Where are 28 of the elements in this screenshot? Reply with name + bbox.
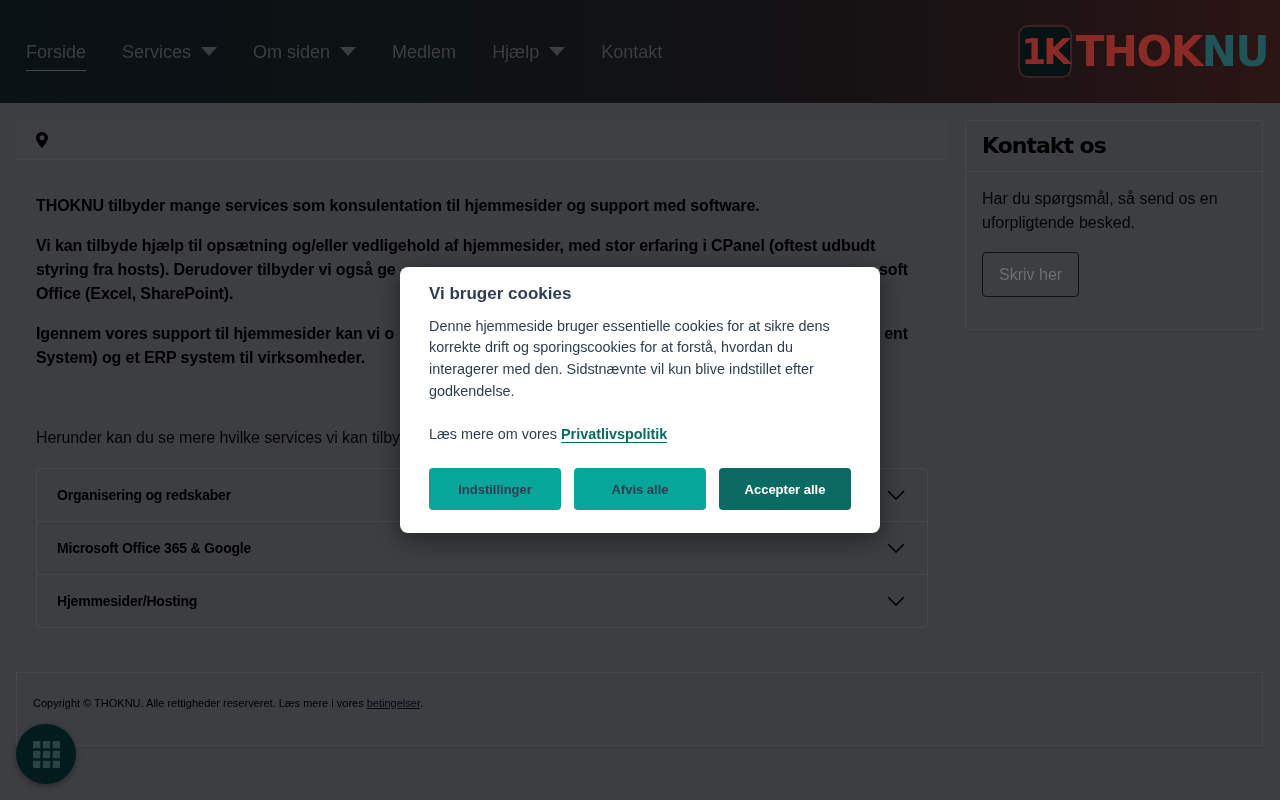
map-pin-icon <box>36 131 48 148</box>
dialog-text: Denne hjemmeside bruger essentielle cookies for at sikre dens korrekte drift og sporingscookies for at forstå, hvordan du interagerer med den. Sidstnævnte vil kun blive indstillet efter godkendelse. <box>429 316 831 401</box>
privacy-note: Læs mere om vores Privatlivspolitik <box>429 424 669 445</box>
dialog-title: Vi bruger cookies <box>429 283 573 304</box>
paragraph-text: Vi kan tilbyde hjælp til opsætning og/eller vedligehold af hjemmesider, med stor erfaring i CPanel (oftest udbudt <box>36 236 876 256</box>
paragraph-text: ent <box>884 324 908 344</box>
paragraph-text: Igennem vores support til hjemmesider kan vi o <box>36 324 395 344</box>
dialog-button[interactable]: Indstillinger <box>429 468 561 511</box>
dialog-button[interactable]: Accepter alle <box>719 468 851 511</box>
grid-icon <box>32 740 60 768</box>
paragraph-text: Office (Excel, SharePoint). <box>36 284 234 304</box>
privacy-link[interactable]: Privatlivspolitik <box>560 425 668 443</box>
apps-button[interactable] <box>16 724 76 784</box>
accordion-title[interactable]: Hjemmesider/Hosting <box>57 591 198 611</box>
card-text: Har du spørgsmål, så send os en uforpligtende besked. <box>982 189 1219 233</box>
accordion-title[interactable]: Microsoft Office 365 & Google <box>57 538 252 558</box>
logo-badge: 1K <box>1017 25 1072 78</box>
logo-text: THOKNU <box>1075 30 1268 73</box>
paragraph-text: Herunder kan du se mere hvilke services vi kan tilby <box>36 428 400 448</box>
accordion-title[interactable]: Organisering og redskaber <box>57 485 231 505</box>
copyright-text: Copyright © THOKNU. Alle rettigheder reserveret. Læs mere i vores betingelser. <box>33 696 425 710</box>
dialog-button[interactable]: Afvis alle <box>574 468 706 511</box>
paragraph-text: THOKNU tilbyder mange services som konsulentation til hjemmesider og support med software. <box>36 196 760 216</box>
paragraph-text: styring fra hosts). Derudover tilbyder vi også ge <box>36 260 396 280</box>
card-title: Kontakt os <box>982 135 1106 157</box>
paragraph-text: soft <box>879 260 908 280</box>
terms-link[interactable]: betingelser <box>366 697 420 709</box>
paragraph-text: System) og et ERP system til virksomheder. <box>36 348 365 368</box>
